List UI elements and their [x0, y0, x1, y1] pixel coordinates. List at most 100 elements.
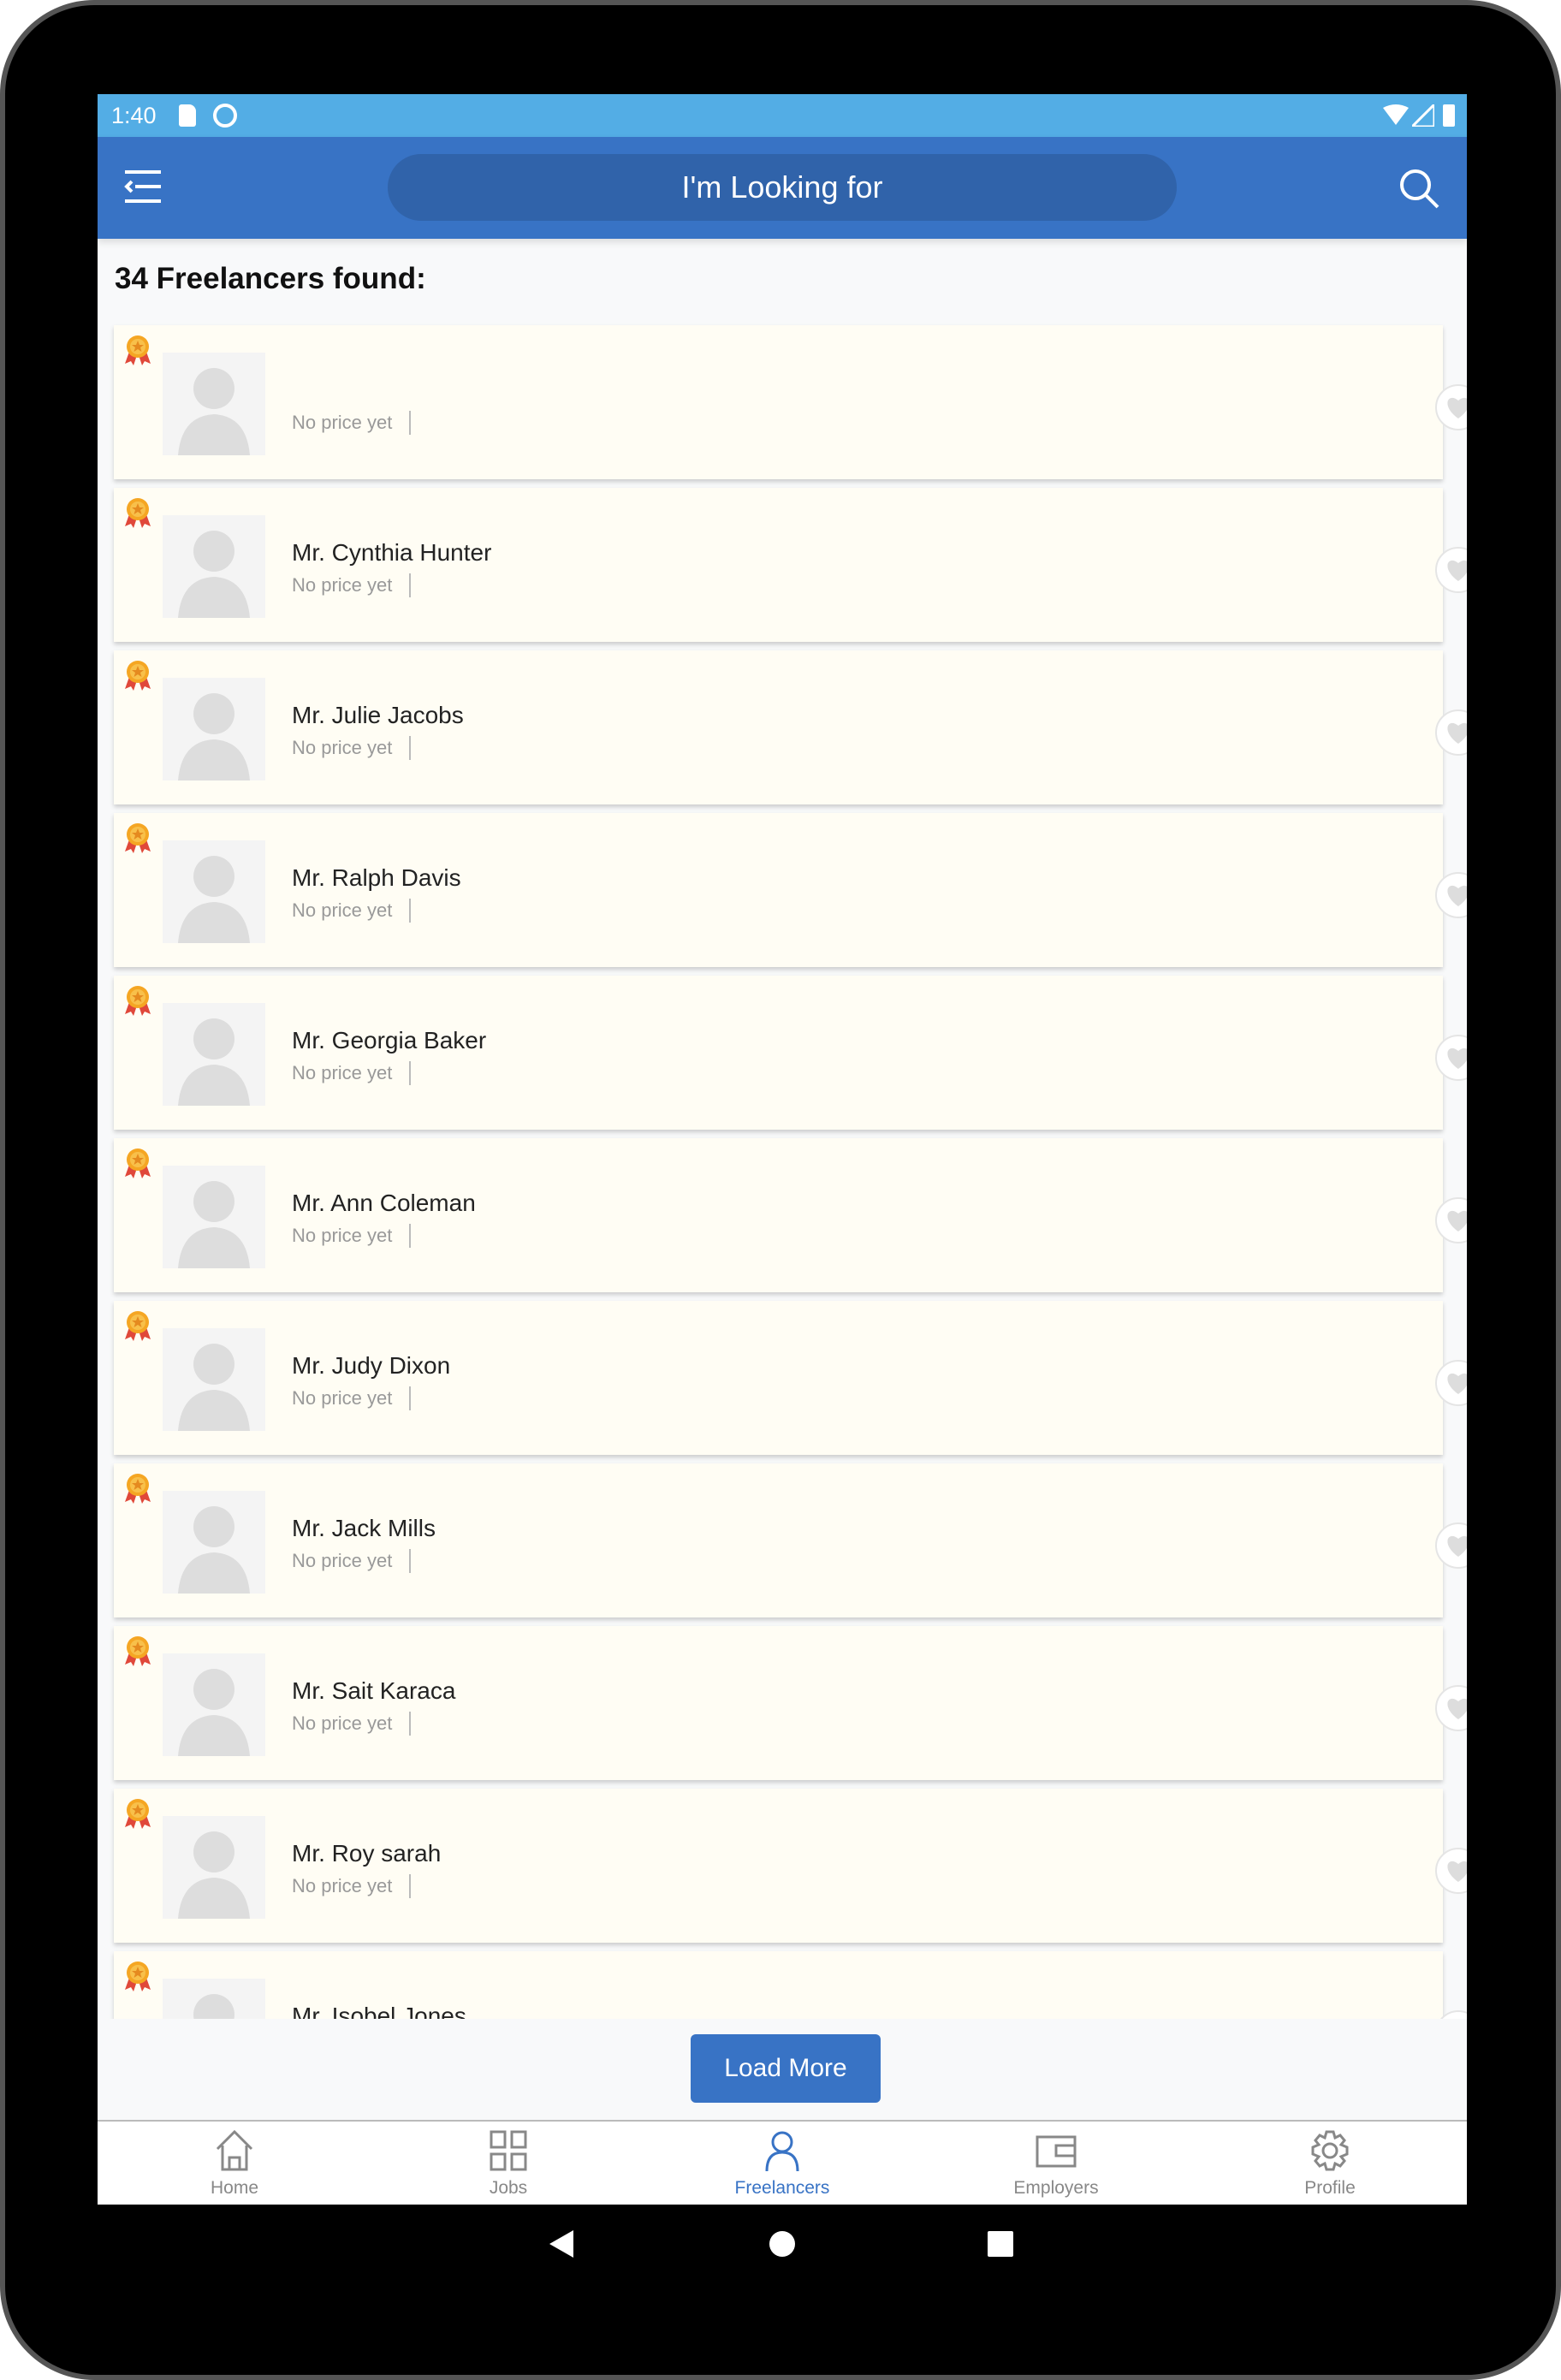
avatar-placeholder-icon: [178, 856, 250, 943]
status-time: 1:40: [111, 102, 157, 128]
freelancer-name[interactable]: Mr. Judy Dixon: [292, 1352, 450, 1380]
freelancer-card[interactable]: Mr. Isobel Jones No price yet: [114, 1951, 1467, 2019]
favorite-button[interactable]: [1435, 1360, 1467, 1406]
freelancer-list[interactable]: No price yet Mr. Cynthia Hunter No price…: [98, 316, 1467, 2019]
freelancer-card[interactable]: Mr. Ann Coleman No price yet: [114, 1138, 1467, 1292]
heart-icon: [1447, 560, 1467, 581]
freelancer-card[interactable]: Mr. Cynthia Hunter No price yet: [114, 488, 1467, 642]
search-bar[interactable]: I'm Looking for: [388, 154, 1177, 221]
nav-freelancers[interactable]: Freelancers: [645, 2122, 919, 2205]
avatar: [163, 1328, 265, 1431]
back-icon[interactable]: [549, 2230, 573, 2258]
medal-icon: [125, 1474, 151, 1504]
freelancer-price: No price yet: [292, 1874, 412, 1898]
freelancer-name[interactable]: Mr. Cynthia Hunter: [292, 539, 491, 567]
heart-icon: [1447, 1698, 1467, 1719]
app-bar: I'm Looking for: [98, 137, 1467, 239]
favorite-button[interactable]: [1435, 1522, 1467, 1569]
freelancer-price: No price yet: [292, 411, 412, 435]
results-count: 34 Freelancers found:: [115, 262, 426, 295]
avatar: [163, 840, 265, 943]
medal-icon: [125, 1962, 151, 1991]
nav-label: Employers: [1013, 2178, 1099, 2198]
home-button-icon[interactable]: [769, 2231, 795, 2257]
freelancer-card[interactable]: Mr. Roy sarah No price yet: [114, 1789, 1467, 1943]
freelancer-name[interactable]: Mr. Roy sarah: [292, 1840, 441, 1867]
medal-icon: [125, 823, 151, 853]
favorite-button[interactable]: [1435, 872, 1467, 918]
load-more-button[interactable]: Load More: [691, 2034, 881, 2103]
medal-icon: [125, 498, 151, 528]
avatar: [163, 1491, 265, 1594]
heart-icon: [1447, 885, 1467, 906]
app-screen: 1:40 I'm Looking for 34 Freelancers foun…: [98, 94, 1467, 2205]
freelancer-name[interactable]: Mr. Julie Jacobs: [292, 702, 464, 729]
freelancer-price: No price yet: [292, 736, 412, 760]
avatar: [163, 1979, 265, 2019]
nav-label: Profile: [1304, 2178, 1356, 2198]
freelancer-price: No price yet: [292, 1712, 412, 1736]
freelancer-card[interactable]: Mr. Georgia Baker No price yet: [114, 976, 1467, 1130]
freelancer-name[interactable]: Mr. Georgia Baker: [292, 1027, 486, 1054]
avatar-placeholder-icon: [178, 1831, 250, 1919]
favorite-button[interactable]: [1435, 1035, 1467, 1081]
signal-icon: [1412, 104, 1434, 127]
medal-icon: [125, 986, 151, 1016]
freelancer-price: No price yet: [292, 1061, 412, 1085]
freelancer-price: No price yet: [292, 573, 412, 597]
medal-icon: [125, 1636, 151, 1666]
system-nav-bar: [549, 2230, 1013, 2258]
heart-icon: [1447, 397, 1467, 418]
avatar: [163, 678, 265, 780]
home-icon: [216, 2129, 253, 2171]
freelancer-name[interactable]: Mr. Jack Mills: [292, 1515, 436, 1542]
avatar: [163, 515, 265, 618]
freelancer-card[interactable]: Mr. Sait Karaca No price yet: [114, 1626, 1467, 1780]
nav-jobs[interactable]: Jobs: [371, 2122, 645, 2205]
freelancer-price: No price yet: [292, 899, 412, 923]
freelancer-name[interactable]: Mr. Ralph Davis: [292, 864, 461, 892]
freelancer-name[interactable]: Mr. Ann Coleman: [292, 1190, 476, 1217]
avatar-placeholder-icon: [178, 1506, 250, 1594]
avatar-placeholder-icon: [178, 531, 250, 618]
avatar-placeholder-icon: [178, 1018, 250, 1106]
favorite-button[interactable]: [1435, 1848, 1467, 1894]
search-icon[interactable]: [1398, 168, 1439, 209]
freelancer-name[interactable]: Mr. Isobel Jones: [292, 2003, 466, 2019]
heart-icon: [1447, 722, 1467, 744]
medal-icon: [125, 661, 151, 691]
grid-icon: [490, 2130, 527, 2171]
freelancer-price: No price yet: [292, 1224, 412, 1248]
wallet-icon: [1036, 2135, 1077, 2168]
freelancer-card[interactable]: No price yet: [114, 325, 1467, 479]
avatar-placeholder-icon: [178, 1344, 250, 1431]
gear-icon: [1311, 2130, 1349, 2171]
nav-home[interactable]: Home: [98, 2122, 371, 2205]
person-icon: [765, 2131, 799, 2172]
avatar: [163, 1653, 265, 1756]
avatar: [163, 1816, 265, 1919]
favorite-button[interactable]: [1435, 1197, 1467, 1243]
freelancer-card[interactable]: Mr. Judy Dixon No price yet: [114, 1301, 1467, 1455]
medal-icon: [125, 1311, 151, 1341]
medal-icon: [125, 335, 151, 365]
favorite-button[interactable]: [1435, 547, 1467, 593]
favorite-button[interactable]: [1435, 384, 1467, 430]
freelancer-name[interactable]: Mr. Sait Karaca: [292, 1677, 455, 1705]
avatar-placeholder-icon: [178, 368, 250, 455]
nav-employers[interactable]: Employers: [919, 2122, 1193, 2205]
medal-icon: [125, 1148, 151, 1178]
favorite-button[interactable]: [1435, 1685, 1467, 1731]
heart-icon: [1447, 1861, 1467, 1882]
menu-icon[interactable]: [123, 169, 163, 204]
freelancer-card[interactable]: Mr. Jack Mills No price yet: [114, 1463, 1467, 1617]
favorite-button[interactable]: [1435, 709, 1467, 756]
freelancer-card[interactable]: Mr. Ralph Davis No price yet: [114, 813, 1467, 967]
nav-profile[interactable]: Profile: [1193, 2122, 1467, 2205]
favorite-button[interactable]: [1435, 2010, 1467, 2019]
recents-icon[interactable]: [988, 2231, 1013, 2257]
heart-icon: [1447, 1210, 1467, 1232]
avatar: [163, 1003, 265, 1106]
freelancer-card[interactable]: Mr. Julie Jacobs No price yet: [114, 650, 1467, 804]
avatar-placeholder-icon: [178, 693, 250, 780]
